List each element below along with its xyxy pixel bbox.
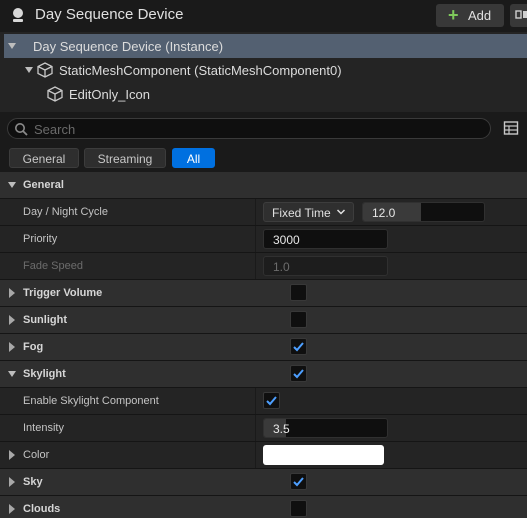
category-trigger-volume[interactable]: Trigger Volume — [0, 280, 527, 306]
category-label: Sunlight — [23, 314, 67, 326]
dropdown-value: Fixed Time — [272, 206, 331, 220]
time-of-day-slider[interactable]: 12.0 — [362, 202, 485, 222]
chevron-down-icon — [336, 209, 346, 215]
property-enable-skylight-component: Enable Skylight Component — [0, 388, 527, 414]
chevron-down-icon[interactable] — [8, 182, 16, 188]
clouds-checkbox[interactable] — [290, 500, 307, 517]
checkmark-icon — [293, 369, 304, 379]
category-fog[interactable]: Fog — [0, 334, 527, 360]
tab-streaming[interactable]: Streaming — [84, 148, 166, 168]
checkmark-icon — [266, 396, 277, 406]
filter-tabs: General Streaming All — [0, 144, 527, 172]
tree-item-label: EditOnly_Icon — [69, 87, 150, 102]
property-label: Intensity — [23, 422, 64, 434]
tree-item-label: Day Sequence Device (Instance) — [33, 39, 224, 54]
tree-item-instance[interactable]: Day Sequence Device (Instance) — [4, 34, 527, 58]
chevron-right-icon[interactable] — [9, 342, 15, 352]
category-label: General — [23, 179, 64, 191]
priority-field[interactable]: 3000 — [263, 229, 388, 249]
column-divider[interactable] — [255, 415, 256, 441]
chevron-down-icon — [8, 43, 16, 49]
tab-all[interactable]: All — [172, 148, 215, 168]
search-icon — [15, 123, 28, 136]
search-bar — [0, 112, 527, 144]
search-input[interactable] — [34, 121, 474, 137]
chevron-down-icon[interactable] — [8, 371, 16, 377]
column-divider[interactable] — [255, 199, 256, 225]
category-label: Sky — [23, 476, 43, 488]
column-divider[interactable] — [255, 226, 256, 252]
chevron-right-icon[interactable] — [9, 504, 15, 514]
property-label: Enable Skylight Component — [23, 395, 159, 407]
intensity-slider[interactable]: 3.5 — [263, 418, 388, 438]
category-sky[interactable]: Sky — [0, 469, 527, 495]
category-skylight[interactable]: Skylight — [0, 361, 527, 387]
column-divider[interactable] — [255, 253, 256, 279]
fade-speed-field: 1.0 — [263, 256, 388, 276]
static-mesh-icon — [47, 86, 63, 102]
static-mesh-icon — [37, 62, 53, 78]
slider-value: 12.0 — [372, 206, 396, 220]
actor-title: Day Sequence Device — [35, 6, 184, 23]
property-fade-speed: Fade Speed 1.0 — [0, 253, 527, 279]
plus-icon: + — [448, 5, 459, 25]
category-sunlight[interactable]: Sunlight — [0, 307, 527, 333]
property-label: Fade Speed — [23, 260, 83, 272]
cycle-mode-dropdown[interactable]: Fixed Time — [263, 202, 354, 222]
chevron-right-icon[interactable] — [9, 288, 15, 298]
actor-icon — [13, 8, 23, 22]
category-label: Clouds — [23, 503, 61, 515]
field-value: 3000 — [273, 233, 300, 247]
details-panel: General Day / Night Cycle Fixed Time 12.… — [0, 172, 527, 518]
table-view-icon[interactable] — [503, 120, 519, 136]
column-divider[interactable] — [255, 442, 256, 468]
chevron-right-icon[interactable] — [9, 315, 15, 325]
category-label: Skylight — [23, 368, 66, 380]
category-label: Fog — [23, 341, 44, 353]
add-button-label: Add — [468, 8, 492, 23]
tab-general[interactable]: General — [9, 148, 79, 168]
details-header: Day Sequence Device + Add — [0, 0, 527, 32]
slider-value: 3.5 — [273, 422, 290, 436]
property-priority: Priority 3000 — [0, 226, 527, 252]
blueprint-icon — [515, 10, 527, 19]
tree-item-static-mesh-component[interactable]: StaticMeshComponent (StaticMeshComponent… — [4, 58, 527, 82]
checkmark-icon — [293, 477, 304, 487]
chevron-right-icon[interactable] — [9, 450, 15, 460]
category-label: Trigger Volume — [23, 287, 103, 299]
category-general[interactable]: General — [0, 172, 527, 198]
category-clouds[interactable]: Clouds — [0, 496, 527, 518]
skylight-checkbox[interactable] — [290, 365, 307, 382]
field-value: 1.0 — [273, 260, 290, 274]
property-label: Color — [23, 449, 50, 461]
fog-checkbox[interactable] — [290, 338, 307, 355]
property-color: Color — [0, 442, 527, 468]
chevron-right-icon[interactable] — [9, 477, 15, 487]
enable-skylight-checkbox[interactable] — [263, 392, 280, 409]
property-label: Priority — [23, 233, 58, 245]
trigger-volume-checkbox[interactable] — [290, 284, 307, 301]
search-box[interactable] — [7, 118, 491, 139]
column-divider[interactable] — [255, 388, 256, 414]
chevron-down-icon[interactable] — [25, 67, 33, 73]
property-label: Day / Night Cycle — [23, 206, 108, 218]
tree-item-editonly-icon[interactable]: EditOnly_Icon — [4, 82, 527, 106]
blueprint-button[interactable] — [510, 4, 527, 27]
sunlight-checkbox[interactable] — [290, 311, 307, 328]
color-swatch[interactable] — [263, 445, 384, 465]
checkmark-icon — [293, 342, 304, 352]
sky-checkbox[interactable] — [290, 473, 307, 490]
component-tree: Day Sequence Device (Instance) StaticMes… — [0, 32, 527, 112]
property-intensity: Intensity 3.5 — [0, 415, 527, 441]
tree-item-label: StaticMeshComponent (StaticMeshComponent… — [59, 63, 342, 78]
add-component-button[interactable]: + Add — [436, 4, 504, 27]
property-day-night-cycle: Day / Night Cycle Fixed Time 12.0 — [0, 199, 527, 225]
